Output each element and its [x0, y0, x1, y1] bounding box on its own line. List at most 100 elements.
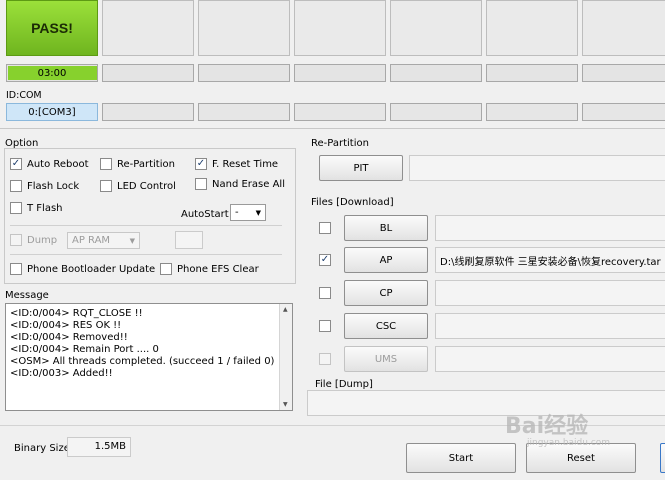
com-port-slot[interactable]	[294, 103, 386, 121]
com-port-slot[interactable]	[486, 103, 578, 121]
checkbox-box	[160, 263, 172, 275]
progress-bar	[582, 64, 665, 82]
f-reset-time-label: F. Reset Time	[212, 158, 279, 170]
autostart-select[interactable]: - ▼	[230, 204, 266, 221]
com-port-0[interactable]: 0:[COM3]	[6, 103, 98, 121]
message-scrollbar[interactable]: ▲ ▼	[279, 304, 292, 410]
dump-type-value: AP RAM	[72, 235, 111, 246]
repartition-title: Re-Partition	[311, 138, 369, 149]
re-partition-checkbox[interactable]: Re-Partition	[100, 158, 175, 170]
pass-label: PASS!	[31, 20, 73, 36]
com-port-slot[interactable]	[198, 103, 290, 121]
binary-size-label: Binary Size	[14, 443, 70, 454]
chevron-down-icon: ▼	[129, 236, 135, 245]
autostart-value: -	[235, 207, 239, 218]
auto-reboot-label: Auto Reboot	[27, 158, 89, 170]
checkbox-box	[319, 222, 331, 234]
t-flash-label: T Flash	[27, 202, 63, 214]
led-control-checkbox[interactable]: LED Control	[100, 180, 176, 192]
divider	[0, 128, 665, 129]
bl-checkbox[interactable]	[319, 222, 331, 234]
port-slot-panel	[390, 0, 482, 56]
ap-path-field: D:\线刷复原软件 三星安装必备\恢复recovery.tar	[435, 247, 665, 273]
chevron-down-icon: ▼	[255, 208, 261, 217]
progress-bar	[486, 64, 578, 82]
checkbox-box	[319, 320, 331, 332]
csc-path-field	[435, 313, 665, 339]
timer-text: 03:00	[37, 68, 67, 79]
message-line: <ID:0/004> RES OK !!	[10, 320, 122, 331]
cp-button[interactable]: CP	[344, 280, 428, 306]
message-line: <ID:0/004> Remain Port .... 0	[10, 344, 159, 355]
flash-lock-label: Flash Lock	[27, 180, 80, 192]
message-line: <ID:0/003> Added!!	[10, 368, 113, 379]
bl-button[interactable]: BL	[344, 215, 428, 241]
checkbox-box	[10, 263, 22, 275]
watermark-subtext: jingyan.baidu.com	[527, 438, 611, 448]
checkbox-box	[319, 353, 331, 365]
com-port-slot[interactable]	[582, 103, 665, 121]
dump-checkbox[interactable]: Dump	[10, 234, 57, 246]
cp-path-field	[435, 280, 665, 306]
pass-status-panel: PASS!	[6, 0, 98, 56]
files-title: Files [Download]	[311, 197, 394, 208]
checkbox-box	[10, 180, 22, 192]
dump-value-box	[175, 231, 203, 249]
ap-checkbox[interactable]: ✓	[319, 254, 331, 266]
progress-bar: 03:00	[6, 64, 98, 82]
ums-path-field	[435, 346, 665, 372]
scroll-up-icon[interactable]: ▲	[283, 306, 288, 313]
ums-checkbox[interactable]	[319, 353, 331, 365]
pit-button[interactable]: PIT	[319, 155, 403, 181]
nand-erase-all-label: Nand Erase All	[212, 178, 285, 190]
port-slot-panel	[294, 0, 386, 56]
port-slot-panel	[198, 0, 290, 56]
separator-line	[10, 254, 282, 255]
flash-lock-checkbox[interactable]: Flash Lock	[10, 180, 79, 192]
progress-bar	[198, 64, 290, 82]
port-slot-panel	[486, 0, 578, 56]
checkbox-box	[195, 178, 207, 190]
message-log[interactable]: <ID:0/004> RQT_CLOSE !! <ID:0/004> RES O…	[5, 303, 293, 411]
progress-bar	[102, 64, 194, 82]
message-line: <OSM> All threads completed. (succeed 1 …	[10, 356, 275, 367]
csc-button[interactable]: CSC	[344, 313, 428, 339]
com-port-slot[interactable]	[102, 103, 194, 121]
ap-button[interactable]: AP	[344, 247, 428, 273]
port-slot-panel	[102, 0, 194, 56]
scroll-down-icon[interactable]: ▼	[283, 401, 288, 408]
exit-button[interactable]	[660, 443, 665, 473]
file-dump-field	[307, 390, 665, 416]
checkbox-box: ✓	[10, 158, 22, 170]
progress-bar	[390, 64, 482, 82]
csc-checkbox[interactable]	[319, 320, 331, 332]
re-partition-label: Re-Partition	[117, 158, 175, 170]
checkbox-box	[100, 180, 112, 192]
message-title: Message	[5, 290, 49, 301]
message-line: <ID:0/004> Removed!!	[10, 332, 128, 343]
autostart-label: AutoStart	[181, 209, 229, 220]
port-slot-panel	[582, 0, 665, 56]
file-dump-title: File [Dump]	[315, 379, 373, 390]
auto-reboot-checkbox[interactable]: ✓ Auto Reboot	[10, 158, 89, 170]
checkbox-box: ✓	[195, 158, 207, 170]
nand-erase-all-checkbox[interactable]: Nand Erase All	[195, 178, 285, 190]
bl-path-field	[435, 215, 665, 241]
progress-bar	[294, 64, 386, 82]
led-control-label: LED Control	[117, 180, 176, 192]
start-button[interactable]: Start	[406, 443, 516, 473]
pit-path-field	[409, 155, 665, 181]
watermark-text: Bai经验	[505, 414, 589, 439]
id-com-label: ID:COM	[6, 90, 42, 101]
com-port-slot[interactable]	[390, 103, 482, 121]
checkbox-box	[10, 234, 22, 246]
dump-type-select[interactable]: AP RAM ▼	[67, 232, 140, 249]
phone-efs-clear-label: Phone EFS Clear	[177, 263, 259, 275]
phone-efs-clear-checkbox[interactable]: Phone EFS Clear	[160, 263, 259, 275]
cp-checkbox[interactable]	[319, 287, 331, 299]
checkbox-box	[10, 202, 22, 214]
phone-bootloader-update-checkbox[interactable]: Phone Bootloader Update	[10, 263, 155, 275]
t-flash-checkbox[interactable]: T Flash	[10, 202, 63, 214]
f-reset-time-checkbox[interactable]: ✓ F. Reset Time	[195, 158, 278, 170]
ums-button[interactable]: UMS	[344, 346, 428, 372]
